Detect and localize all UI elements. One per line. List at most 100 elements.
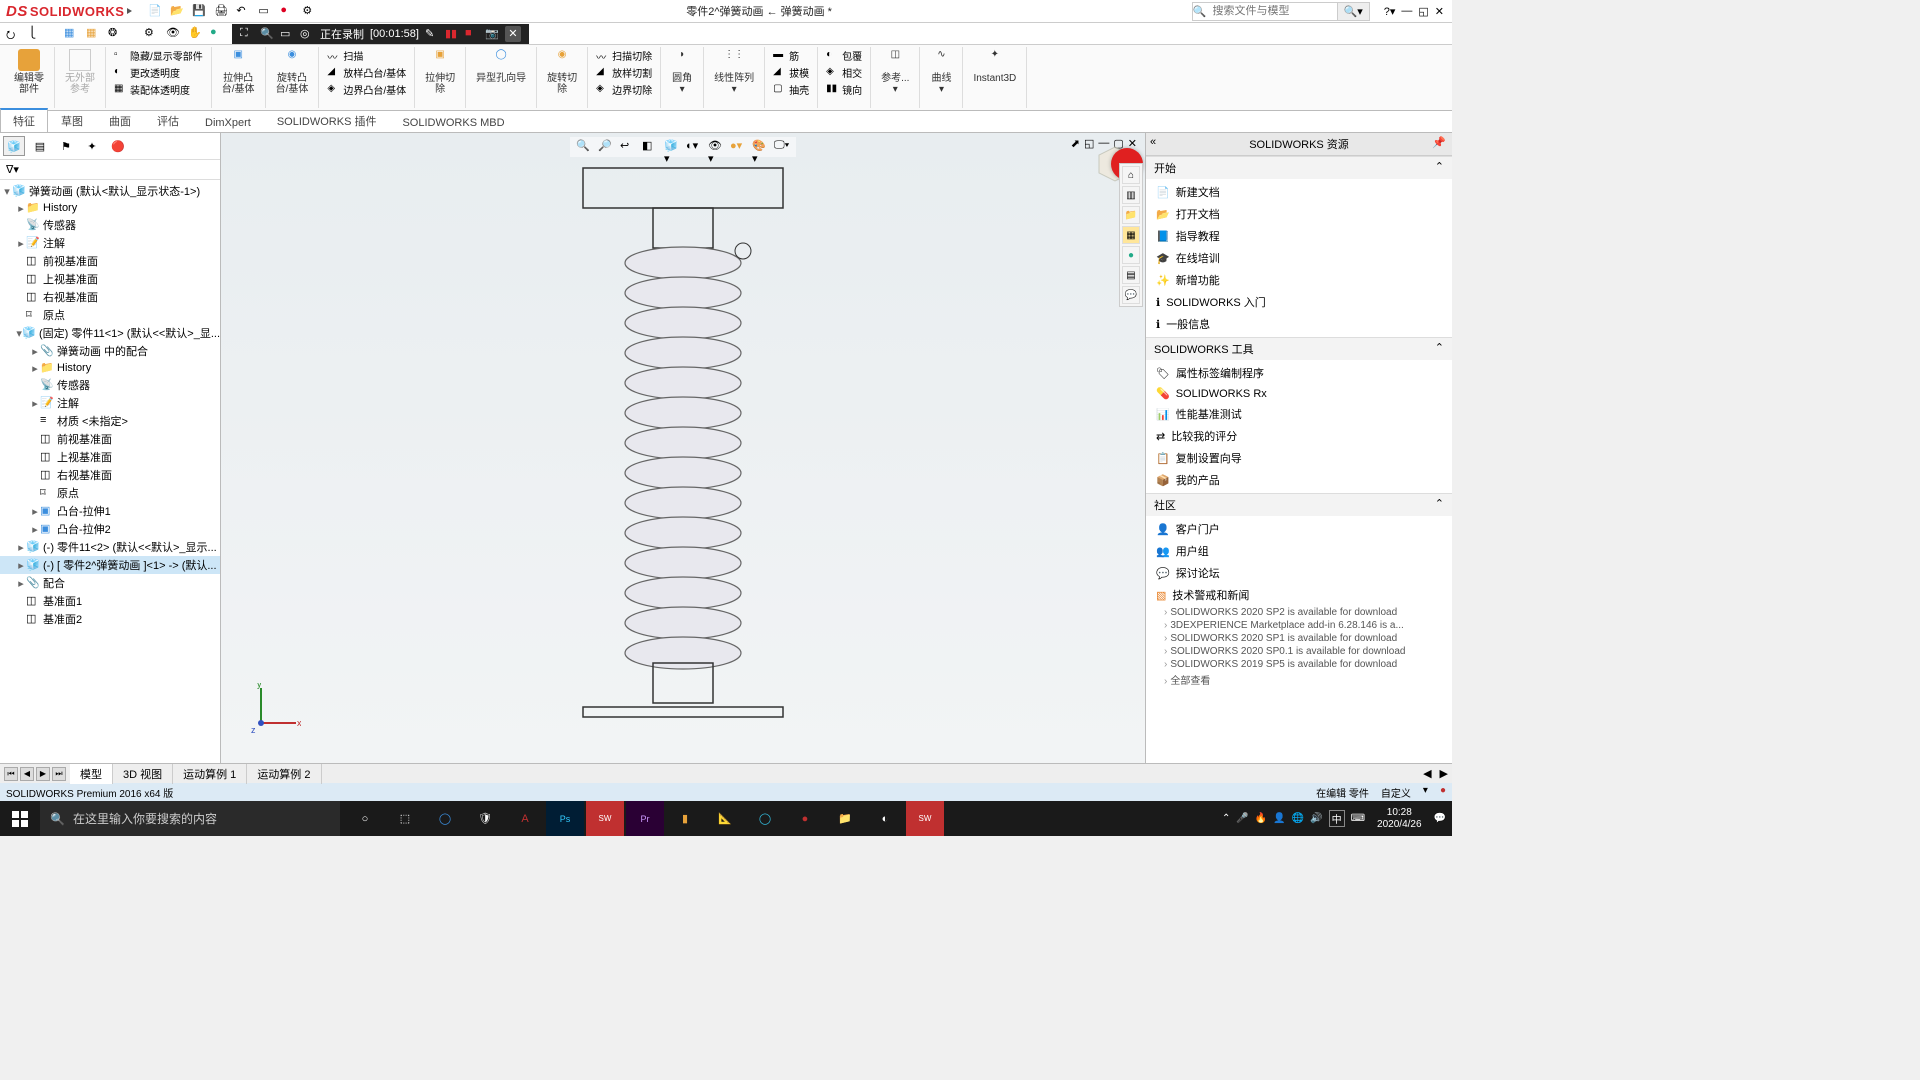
camera-icon[interactable]: 📷	[485, 27, 499, 41]
tray-people-icon[interactable]: 👤	[1273, 813, 1285, 824]
hud-appearance-icon[interactable]: ●▾	[730, 139, 746, 155]
draft-button[interactable]: ◢拔模	[769, 64, 813, 81]
tree-datum2[interactable]: ◫基准面2	[0, 610, 220, 628]
pause-icon[interactable]: ▮▮	[445, 27, 459, 41]
loft-button[interactable]: ◢放样凸台/基体	[323, 64, 410, 81]
tree-part11-2[interactable]: ▸🧊(-) 零件11<2> (默认<<默认>_显示...	[0, 538, 220, 556]
hud-zoom-fit-icon[interactable]: 🔍	[576, 139, 592, 155]
tray-ime[interactable]: 中	[1329, 810, 1345, 827]
rp-news[interactable]: ▧技术警戒和新闻	[1146, 584, 1452, 606]
tree-mates-in[interactable]: ▸📎弹簧动画 中的配合	[0, 342, 220, 360]
rp-forums[interactable]: 💬探讨论坛	[1146, 562, 1452, 584]
pb-last-icon[interactable]: ⏭	[52, 767, 66, 781]
rp-online-training[interactable]: 🎓在线培训	[1146, 247, 1452, 269]
pb-next-icon[interactable]: ▶	[36, 767, 50, 781]
region-icon[interactable]: ▭	[280, 27, 294, 41]
tb-autocad-icon[interactable]: A	[506, 801, 544, 836]
record-close-icon[interactable]: ✕	[505, 26, 521, 42]
feature-tree[interactable]: ▾🧊弹簧动画 (默认<默认_显示状态-1>) ▸📁History 📡传感器 ▸📝…	[0, 180, 220, 763]
grid-multi-icon[interactable]: ❂	[108, 26, 124, 42]
tab-sketch[interactable]: 草图	[48, 109, 96, 132]
pencil-icon[interactable]: ✎	[425, 27, 439, 41]
ft-tab-config-icon[interactable]: ⚑	[55, 136, 77, 156]
tree-right2[interactable]: ◫右视基准面	[0, 466, 220, 484]
hud-hide-show-icon[interactable]: 👁▾	[708, 139, 724, 155]
tree-annotations[interactable]: ▸📝注解	[0, 234, 220, 252]
wrap-button[interactable]: ◐包覆	[822, 47, 866, 64]
tree-boss2[interactable]: ▸▣凸台-拉伸2	[0, 520, 220, 538]
tree-origin2[interactable]: ⌑原点	[0, 484, 220, 502]
loft-cut-button[interactable]: ◢放样切割	[592, 64, 656, 81]
tree-datum1[interactable]: ◫基准面1	[0, 592, 220, 610]
ft-tab-tree-icon[interactable]: 🧊	[3, 136, 25, 156]
tab-mbd[interactable]: SOLIDWORKS MBD	[389, 113, 517, 132]
tray-app-icon[interactable]: 🔥	[1255, 813, 1267, 824]
taskbar-search[interactable]: 🔍 在这里输入你要搜索的内容	[40, 801, 340, 836]
tb-recorder-icon[interactable]: ●	[786, 801, 824, 836]
viewport[interactable]: 🔍 🔎 ↩ ◧ 🧊▾ ◐▾ 👁▾ ●▾ 🎨▾ 🖵▾ ⬈ ◱ — ▢ ✕	[221, 133, 1145, 763]
status-custom[interactable]: 自定义	[1381, 785, 1411, 800]
ft-tab-appearance-icon[interactable]: 🔴	[107, 136, 129, 156]
pb-prev-icon[interactable]: ◀	[20, 767, 34, 781]
news-item[interactable]: SOLIDWORKS 2019 SP5 is available for dow…	[1146, 658, 1452, 671]
rp-rx[interactable]: 💊SOLIDWORKS Rx	[1146, 384, 1452, 403]
hole-wizard-button[interactable]: ◯ 异型孔向导	[470, 47, 532, 86]
options-icon[interactable]: ⚙	[302, 4, 316, 18]
tree-history2[interactable]: ▸📁History	[0, 360, 220, 376]
section-start[interactable]: 开始⌃	[1146, 156, 1452, 179]
tb-security-icon[interactable]: 🛡	[466, 801, 504, 836]
btab-model[interactable]: 模型	[70, 764, 113, 784]
tb-photoshop-icon[interactable]: Ps	[546, 801, 584, 836]
rp-whats-new[interactable]: ✨新增功能	[1146, 269, 1452, 291]
tray-up-icon[interactable]: ⌃	[1222, 813, 1230, 824]
open-icon[interactable]: 📂	[170, 4, 184, 18]
taskpane-view-icon[interactable]: ▦	[1122, 226, 1140, 244]
tb-taskview-icon[interactable]: ⬚	[386, 801, 424, 836]
eye-icon[interactable]: 👁	[166, 26, 182, 42]
rp-my-products[interactable]: 📦我的产品	[1146, 469, 1452, 491]
rp-user-groups[interactable]: 👥用户组	[1146, 540, 1452, 562]
tree-part2-selected[interactable]: ▸🧊(-) [ 零件2^弹簧动画 ]<1> -> (默认...	[0, 556, 220, 574]
tb-matlab-icon[interactable]: 📐	[706, 801, 744, 836]
rib-button[interactable]: ▬筋	[769, 47, 813, 64]
taskpane-forum-icon[interactable]: 💬	[1122, 286, 1140, 304]
section-tools[interactable]: SOLIDWORKS 工具⌃	[1146, 337, 1452, 360]
vp-restore-icon[interactable]: ◱	[1084, 137, 1094, 150]
shell-button[interactable]: ▢抽壳	[769, 81, 813, 98]
tree-right-plane[interactable]: ◫右视基准面	[0, 288, 220, 306]
rp-copy-settings[interactable]: 📋复制设置向导	[1146, 447, 1452, 469]
new-icon[interactable]: 📄	[148, 4, 162, 18]
rp-tutorials[interactable]: 📘指导教程	[1146, 225, 1452, 247]
grid-orange-icon[interactable]: ▦	[86, 26, 102, 42]
boundary-button[interactable]: ◈边界凸台/基体	[323, 81, 410, 98]
tb-explorer-icon[interactable]: 📁	[826, 801, 864, 836]
fit-icon[interactable]: ⛶	[240, 27, 254, 41]
hud-view-orient-icon[interactable]: 🧊▾	[664, 139, 680, 155]
pb-first-icon[interactable]: ⏮	[4, 767, 18, 781]
tree-origin[interactable]: ⌑原点	[0, 306, 220, 324]
tree-material[interactable]: ≡材质 <未指定>	[0, 412, 220, 430]
close-icon[interactable]: ✕	[1435, 5, 1444, 18]
news-item[interactable]: 3DEXPERIENCE Marketplace add-in 6.28.146…	[1146, 619, 1452, 632]
rp-prop-tab[interactable]: 🏷属性标签编制程序	[1146, 362, 1452, 384]
extrude-boss-button[interactable]: ▣ 拉伸凸台/基体	[216, 47, 261, 97]
tree-front-plane[interactable]: ◫前视基准面	[0, 252, 220, 270]
news-item[interactable]: SOLIDWORKS 2020 SP1 is available for dow…	[1146, 632, 1452, 645]
vp-pin-icon[interactable]: ⬈	[1071, 137, 1080, 150]
hud-prev-view-icon[interactable]: ↩	[620, 139, 636, 155]
intersect-button[interactable]: ◈相交	[822, 64, 866, 81]
tree-annotations2[interactable]: ▸📝注解	[0, 394, 220, 412]
taskpane-file-icon[interactable]: 📁	[1122, 206, 1140, 224]
ft-tab-display-icon[interactable]: ✦	[81, 136, 103, 156]
hud-scene-icon[interactable]: 🎨▾	[752, 139, 768, 155]
hide-show-button[interactable]: ▫隐藏/显示零部件	[110, 47, 207, 64]
restore-icon[interactable]: ◱	[1418, 5, 1428, 18]
rebuild-icon[interactable]: ●	[280, 4, 294, 18]
assembly-opacity-button[interactable]: ▦装配体透明度	[110, 81, 207, 98]
cut-revolve-button[interactable]: ◉ 旋转切除	[541, 47, 583, 97]
taskpane-home-icon[interactable]: ⌂	[1122, 166, 1140, 184]
minimize-icon[interactable]: —	[1401, 5, 1412, 18]
no-ext-ref-button[interactable]: 无外部参考	[59, 47, 101, 97]
btab-study2[interactable]: 运动算例 2	[247, 764, 321, 784]
fillet-button[interactable]: ◗圆角▾	[665, 47, 699, 97]
